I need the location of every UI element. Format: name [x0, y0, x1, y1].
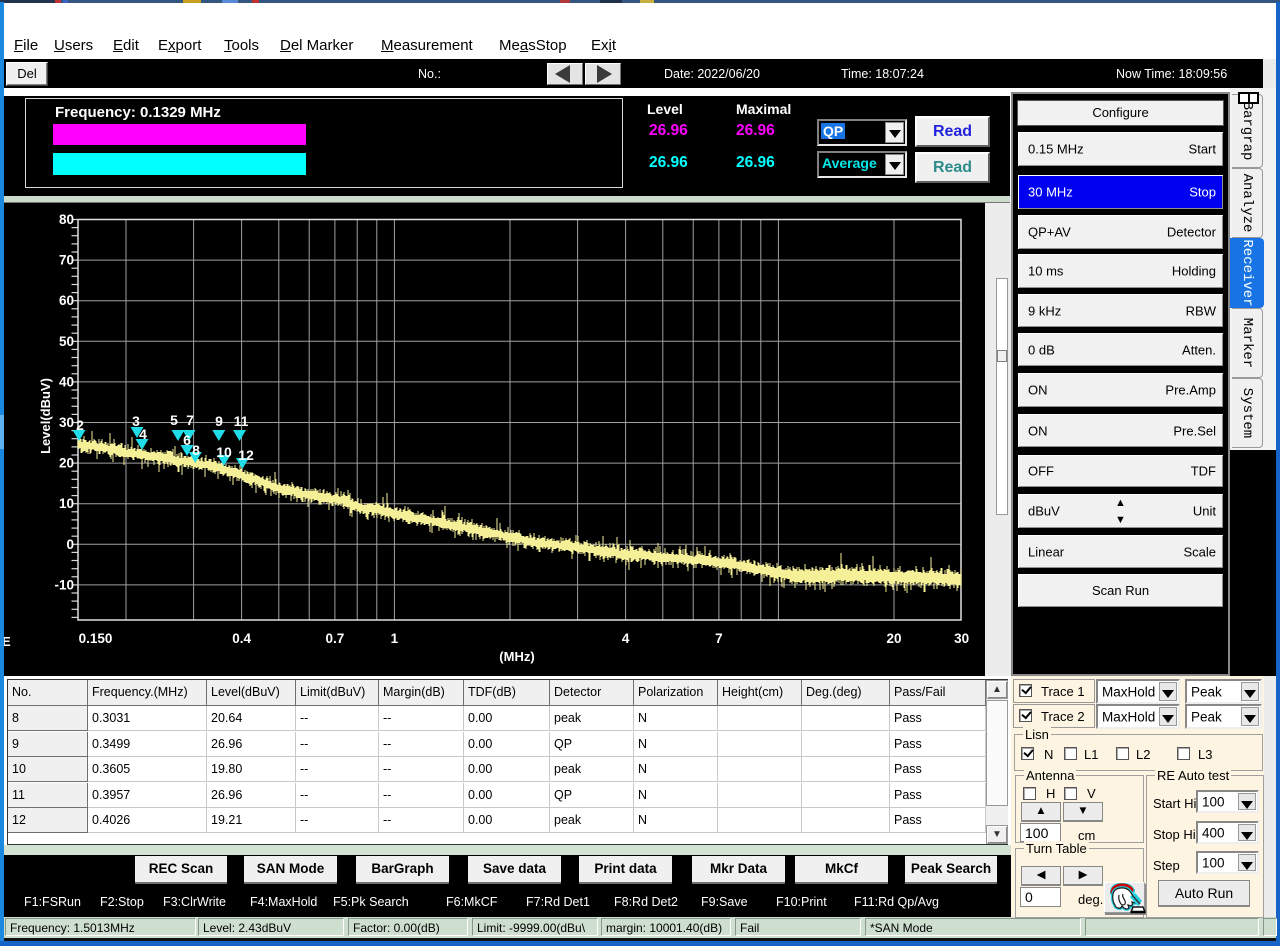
svg-text:40: 40: [59, 374, 74, 389]
svg-text:4: 4: [622, 631, 630, 646]
svg-text:0.7: 0.7: [326, 631, 345, 646]
svg-text:7: 7: [715, 631, 723, 646]
svg-text:10: 10: [59, 496, 74, 511]
svg-text:10: 10: [216, 444, 232, 460]
svg-text:8: 8: [192, 442, 200, 458]
svg-text:7: 7: [186, 412, 194, 428]
svg-text:E: E: [4, 634, 11, 649]
svg-text:0.150: 0.150: [79, 631, 113, 646]
svg-text:11: 11: [234, 413, 249, 429]
svg-text:30: 30: [59, 415, 74, 430]
svg-text:6: 6: [183, 432, 191, 448]
svg-text:20: 20: [59, 456, 74, 471]
svg-text:50: 50: [59, 334, 74, 349]
svg-text:20: 20: [886, 631, 901, 646]
svg-text:80: 80: [59, 212, 74, 227]
svg-text:-10: -10: [54, 577, 74, 592]
svg-text:2: 2: [76, 417, 84, 433]
svg-text:4: 4: [139, 426, 147, 442]
svg-text:30: 30: [954, 631, 969, 646]
svg-text:5: 5: [170, 412, 178, 428]
svg-text:12: 12: [238, 447, 254, 463]
svg-text:0: 0: [66, 537, 74, 552]
svg-text:(MHz): (MHz): [499, 649, 534, 664]
svg-text:70: 70: [59, 253, 74, 268]
svg-text:0.4: 0.4: [232, 631, 251, 646]
svg-text:Level(dBuV): Level(dBuV): [38, 378, 53, 454]
svg-text:60: 60: [59, 293, 74, 308]
svg-text:1: 1: [391, 631, 399, 646]
svg-text:9: 9: [215, 413, 223, 429]
